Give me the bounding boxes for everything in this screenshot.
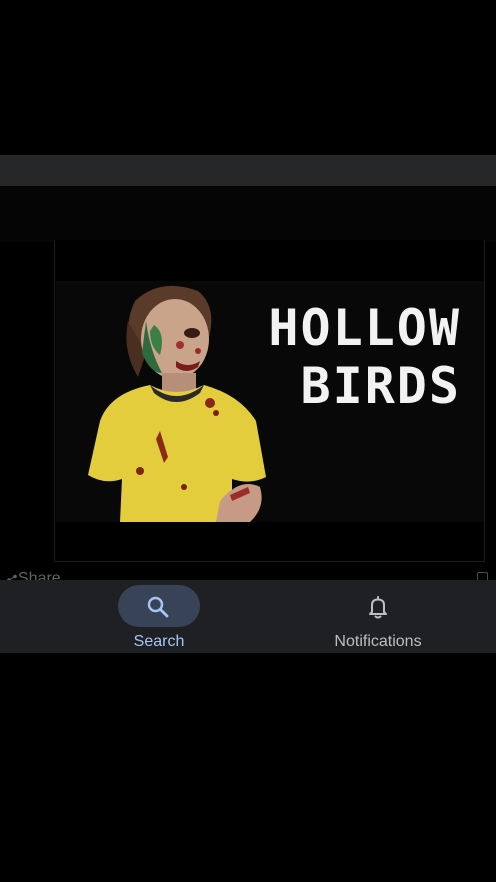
nav-item-notifications[interactable]: Notifications bbox=[254, 580, 496, 653]
bell-icon bbox=[369, 596, 387, 619]
search-icon bbox=[147, 596, 169, 618]
thumbnail-title-line1: HOLLOW bbox=[268, 299, 461, 357]
thumbnail-title-line2: BIRDS bbox=[300, 357, 461, 415]
media-header-band bbox=[0, 186, 496, 242]
nav-label-notifications: Notifications bbox=[334, 633, 422, 650]
nav-label-search: Search bbox=[133, 633, 185, 650]
bottom-navigation-bar: Search Notifications bbox=[0, 580, 496, 653]
top-gray-band bbox=[0, 155, 496, 186]
video-thumbnail[interactable]: HOLLOW BIRDS bbox=[56, 281, 484, 522]
nav-item-search[interactable]: Search bbox=[36, 580, 284, 653]
media-frame[interactable]: HOLLOW BIRDS bbox=[54, 240, 485, 562]
thumbnail-title: HOLLOW BIRDS bbox=[251, 299, 461, 415]
